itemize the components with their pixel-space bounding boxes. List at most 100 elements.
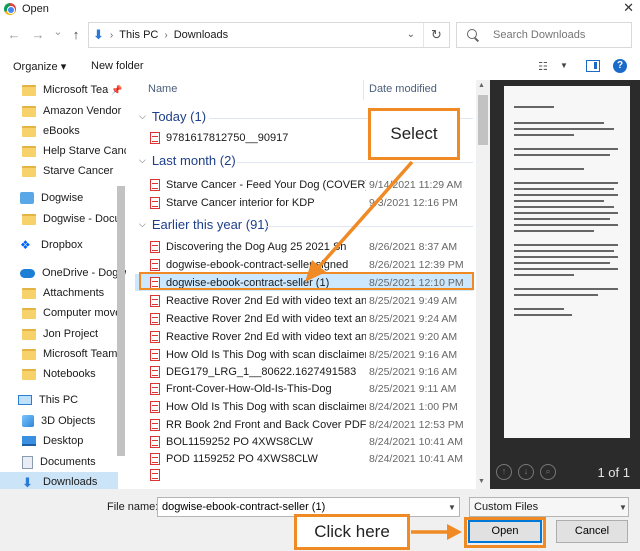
sidebar-item-jon-project[interactable]: Jon Project [22,324,98,344]
file-name: Discovering the Dog Aug 25 2021 Sh [166,240,347,253]
recent-locations-chevron-icon[interactable]: ⌄ [50,25,66,38]
group-header-today[interactable]: ⌵ Today (1) [139,109,206,124]
breadcrumb-downloads[interactable]: Downloads [174,29,228,41]
downloads-icon: ⬇ [22,474,33,489]
file-row[interactable]: BOL1159252 PO 4XWS8CLW 8/24/2021 10:41 A… [135,433,473,450]
folder-icon [22,84,36,96]
sidebar-item-amazon-vendor[interactable]: Amazon Vendor [22,101,121,121]
scroll-down-icon[interactable]: ▼ [478,478,485,485]
group-label: Today (1) [151,109,207,124]
sidebar-item-microsoft-teams-pinned[interactable]: Microsoft Tea 📌 [22,80,122,100]
file-row[interactable]: Starve Cancer interior for KDP 9/3/2021 … [135,194,473,211]
chevron-right-icon: › [109,29,114,41]
file-name: BOL1159252 PO 4XWS8CLW [166,435,313,448]
group-header-last-month[interactable]: ⌵ Last month (2) [139,153,236,168]
file-row[interactable]: Reactive Rover 2nd Ed with video text an… [135,328,473,345]
sidebar-item-dogwise[interactable]: Dogwise [20,188,83,208]
sidebar-item-attachments[interactable]: Attachments [22,283,104,303]
file-row[interactable]: How Old Is This Dog with scan disclaimer… [135,346,473,363]
sidebar-item-downloads[interactable]: ⬇ Downloads [0,472,118,489]
sidebar-item-this-pc[interactable]: This PC [18,390,78,410]
refresh-icon[interactable]: ↻ [423,23,449,47]
sidebar-item-label: Dropbox [41,239,83,251]
sidebar-item-computer-move[interactable]: Computer move [22,303,121,323]
help-icon[interactable]: ? [613,59,627,73]
search-box[interactable] [456,22,632,48]
address-bar[interactable]: ⬇ › This PC › Downloads ⌄ ↻ [88,22,450,48]
folder-icon [22,165,36,177]
file-type-dropdown-icon[interactable]: ▼ [619,503,627,512]
sidebar-item-label: Attachments [43,287,105,299]
preview-text-line [514,148,618,150]
file-type-select[interactable]: Custom Files [469,497,629,517]
group-header-earlier-this-year[interactable]: ⌵ Earlier this year (91) [139,217,269,232]
file-row[interactable]: RR Book 2nd Front and Back Cover PDF 8/2… [135,416,473,433]
sidebar-item-notebooks[interactable]: Notebooks [22,364,96,384]
zoom-icon[interactable]: ⌕ [540,464,556,480]
file-date: 8/25/2021 9:24 AM [369,312,458,325]
new-folder-button[interactable]: New folder [91,60,144,72]
cancel-button[interactable]: Cancel [556,520,628,543]
sidebar-item-help-starve-cancer[interactable]: Help Starve Canc [22,141,126,161]
sidebar-item-microsoft-teams[interactable]: Microsoft Teams [22,344,123,364]
file-name-dropdown-icon[interactable]: ▼ [448,503,456,512]
sidebar-item-dogwise-documents[interactable]: Dogwise - Docu [22,209,121,229]
file-row[interactable]: Reactive Rover 2nd Ed with video text an… [135,292,473,309]
sidebar-item-label: Downloads [43,476,98,488]
file-date: 9/3/2021 12:16 PM [369,196,458,209]
file-date: 8/25/2021 9:49 AM [369,294,458,307]
scroll-up-icon[interactable]: ▲ [478,82,485,89]
file-row[interactable]: POD 1159252 PO 4XWS8CLW 8/24/2021 10:41 … [135,450,473,467]
preview-pane-icon[interactable] [586,60,600,72]
back-arrow-icon[interactable]: ← [6,27,22,42]
sidebar-item-3d-objects[interactable]: 3D Objects [22,411,95,431]
column-header-date-modified[interactable]: Date modified [369,83,437,95]
chevron-right-icon: › [164,29,168,41]
dropbox-icon: ❖ [20,238,31,252]
up-arrow-icon[interactable]: ↑ [68,27,84,42]
sidebar-scrollbar[interactable] [117,186,125,456]
preview-text-line [514,314,572,316]
preview-text-line [514,168,584,170]
file-date: 8/25/2021 9:16 AM [369,365,458,378]
file-row[interactable]: How Old Is This Dog with scan disclaimer… [135,398,473,415]
group-label: Earlier this year (91) [151,217,269,232]
file-name: dogwise-ebook-contract-seller signed [166,258,349,271]
file-date: 8/25/2021 9:20 AM [369,330,458,343]
search-input[interactable] [493,29,623,41]
file-name: POD 1159252 PO 4XWS8CLW [166,452,318,465]
previous-page-icon[interactable]: ↑ [496,464,512,480]
sidebar-item-ebooks[interactable]: eBooks [22,121,80,141]
file-name: Reactive Rover 2nd Ed with video text an… [166,330,366,343]
file-row[interactable]: DEG179_LRG_1__80622.1627491583 8/25/2021… [135,363,473,380]
sidebar-item-documents[interactable]: Documents [22,452,96,472]
sidebar-item-onedrive[interactable]: OneDrive - Dogwi [20,263,126,283]
folder-icon [22,348,36,360]
file-row[interactable]: Discovering the Dog Aug 25 2021 Sh 8/26/… [135,238,473,255]
column-header-name[interactable]: Name [148,83,177,95]
folder-icon [22,145,36,157]
sidebar-item-dropbox[interactable]: ❖ Dropbox [20,235,83,255]
file-row[interactable]: Reactive Rover 2nd Ed with video text an… [135,310,473,327]
organize-menu-button[interactable]: Organize ▾ [13,60,66,73]
view-dropdown-icon[interactable]: ▼ [560,61,568,70]
sidebar-item-starve-cancer[interactable]: Starve Cancer [22,161,113,181]
scrollbar-thumb[interactable] [478,95,488,145]
selection-highlight-frame [139,272,474,290]
address-dropdown-icon[interactable]: ⌄ [407,29,415,40]
file-date: 8/24/2021 10:41 AM [369,452,463,465]
sidebar-item-desktop[interactable]: Desktop [22,431,83,451]
file-date: 8/26/2021 8:37 AM [369,240,458,253]
file-row[interactable]: dogwise-ebook-contract-seller signed 8/2… [135,256,473,273]
breadcrumb-this-pc[interactable]: This PC [119,29,158,41]
view-options-icon[interactable]: ☷ [538,60,552,73]
column-divider[interactable] [363,80,364,100]
pdf-file-icon [150,435,160,448]
close-icon[interactable]: ✕ [623,0,634,16]
file-row[interactable]: Starve Cancer - Feed Your Dog (COVER) ..… [135,176,473,193]
next-page-icon[interactable]: ↓ [518,464,534,480]
file-row-partial[interactable] [135,468,473,482]
file-row[interactable]: Front-Cover-How-Old-Is-This-Dog 8/25/202… [135,380,473,397]
file-date: 8/25/2021 9:11 AM [369,382,457,395]
forward-arrow-icon[interactable]: → [30,27,46,42]
